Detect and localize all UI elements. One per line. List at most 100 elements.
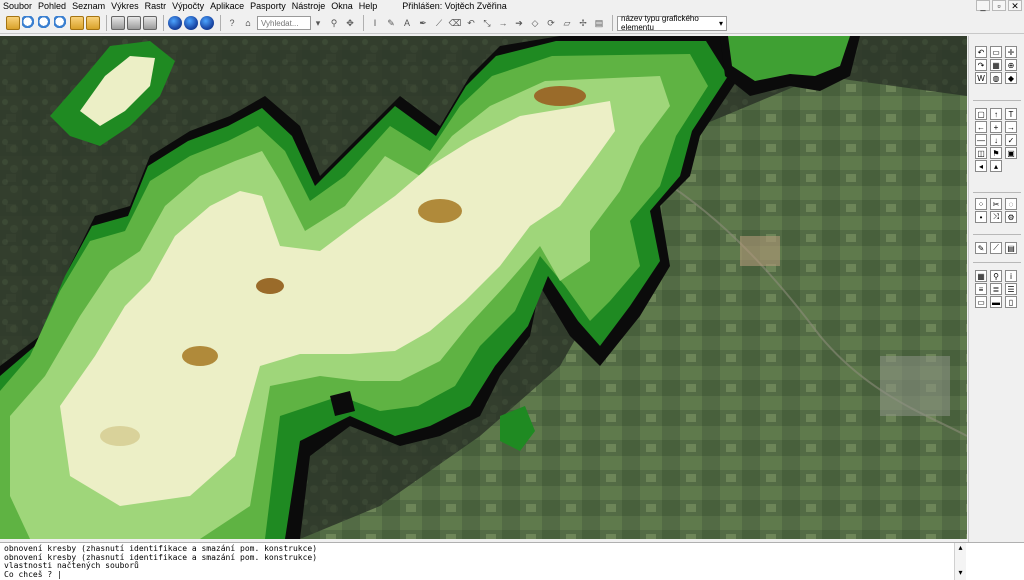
toolbar-separator [612, 15, 613, 31]
cut-icon[interactable]: ✂ [990, 198, 1002, 210]
grid-icon[interactable]: ▦ [990, 59, 1002, 71]
globe-3-icon[interactable] [200, 16, 214, 30]
point-icon[interactable]: • [975, 211, 987, 223]
menu-item-pasporty[interactable]: Pasporty [247, 0, 289, 12]
open-folder-icon[interactable] [6, 16, 20, 30]
line-icon[interactable]: ⟋ [432, 16, 446, 30]
lock-icon[interactable] [70, 16, 84, 30]
table-icon[interactable]: ▦ [975, 270, 987, 282]
pencil-icon[interactable]: ✎ [384, 16, 398, 30]
measure-icon[interactable]: ▭ [990, 46, 1002, 58]
list-icon[interactable]: ≡ [975, 283, 987, 295]
command-console[interactable]: obnovení kresby (zhasnutí identifikace a… [0, 542, 1024, 580]
scale-icon[interactable]: ⤡ [480, 16, 494, 30]
node-icon[interactable]: ◇ [528, 16, 542, 30]
globe-2-icon[interactable] [184, 16, 198, 30]
save-icon[interactable] [86, 16, 100, 30]
undo-icon[interactable]: ↶ [464, 16, 478, 30]
info-icon[interactable]: i [1005, 270, 1017, 282]
lasso-icon[interactable]: ◌ [1005, 198, 1017, 210]
arrow-icon[interactable]: ➔ [512, 16, 526, 30]
toolbar-separator [363, 15, 364, 31]
wgs-icon[interactable]: W [975, 72, 987, 84]
scroll-down-icon[interactable]: ▾ [955, 568, 966, 577]
search-icon[interactable]: ⚲ [990, 270, 1002, 282]
settings-icon[interactable]: ⚙ [1005, 211, 1017, 223]
undo-icon[interactable]: ↶ [975, 46, 987, 58]
print-preview-icon[interactable] [127, 16, 141, 30]
rect-icon[interactable]: ▢ [975, 108, 987, 120]
dropdown-arrow-icon[interactable]: ▾ [311, 16, 325, 30]
plus-icon[interactable]: + [990, 121, 1002, 133]
zoom-out-icon[interactable] [38, 16, 52, 30]
menu-item-rastr[interactable]: Rastr [142, 0, 170, 12]
check-icon[interactable]: ✓ [1005, 134, 1017, 146]
down-icon[interactable]: ↓ [990, 134, 1002, 146]
split-icon[interactable]: ⤨ [990, 211, 1002, 223]
element-type-select[interactable]: název typu grafického elementu ▾ [617, 14, 727, 32]
menu-item-vypocty[interactable]: Výpočty [169, 0, 207, 12]
menu-item-aplikace[interactable]: Aplikace [207, 0, 247, 12]
text-icon[interactable]: T [1005, 108, 1017, 120]
console-scrollbar[interactable]: ▴ ▾ [954, 543, 966, 580]
list-3-icon[interactable]: ☰ [1005, 283, 1017, 295]
up-icon[interactable]: ↑ [990, 108, 1002, 120]
image-icon[interactable]: ▣ [1005, 147, 1017, 159]
list-2-icon[interactable]: ≣ [990, 283, 1002, 295]
measure-icon[interactable]: ▤ [592, 16, 606, 30]
menu-item-vykres[interactable]: Výkres [108, 0, 142, 12]
left-icon[interactable]: ← [975, 121, 987, 133]
map-canvas[interactable] [0, 36, 967, 539]
cursor-text-icon[interactable]: I [368, 16, 382, 30]
form-icon[interactable]: ▭ [975, 296, 987, 308]
tool-group-line: ✎ ⟋ ▤ [975, 242, 1019, 254]
arrow-right-icon[interactable]: → [496, 16, 510, 30]
login-status: Přihlášen: Vojtěch Zvěřina [402, 1, 507, 11]
form-3-icon[interactable]: ▯ [1005, 296, 1017, 308]
zoom-in-icon[interactable] [22, 16, 36, 30]
menu-item-nastroje[interactable]: Nástroje [289, 0, 329, 12]
scroll-up-icon[interactable]: ▴ [955, 543, 966, 552]
polygon-icon[interactable]: ▱ [560, 16, 574, 30]
globe-icon[interactable]: ◍ [990, 72, 1002, 84]
target-icon[interactable]: ⊕ [1005, 59, 1017, 71]
menu-item-help[interactable]: Help [356, 0, 381, 12]
up-arrow-icon[interactable]: ▴ [990, 160, 1002, 172]
search-input[interactable] [257, 16, 311, 30]
crosshair-icon[interactable]: ✛ [1005, 46, 1017, 58]
layers-icon[interactable]: ◆ [1005, 72, 1017, 84]
search-icon[interactable]: ⚲ [327, 16, 341, 30]
zoom-window-icon[interactable] [54, 16, 68, 30]
rotate-icon[interactable]: ⟳ [544, 16, 558, 30]
eraser-icon[interactable]: ⌫ [448, 16, 462, 30]
back-icon[interactable]: ◂ [975, 160, 987, 172]
help-icon[interactable]: ? [225, 16, 239, 30]
menu-item-okna[interactable]: Okna [328, 0, 356, 12]
menu-item-seznam[interactable]: Seznam [69, 0, 108, 12]
pan-icon[interactable]: ✥ [343, 16, 357, 30]
menu-item-pohled[interactable]: Pohled [35, 0, 69, 12]
globe-icon[interactable] [168, 16, 182, 30]
flag-icon[interactable]: ⚑ [990, 147, 1002, 159]
restore-icon[interactable]: ▫ [992, 0, 1006, 11]
close-icon[interactable]: ✕ [1008, 0, 1022, 11]
line-icon[interactable]: — [975, 134, 987, 146]
move-icon[interactable]: ✢ [576, 16, 590, 30]
right-icon[interactable]: → [1005, 121, 1017, 133]
frame-icon[interactable]: ◫ [975, 147, 987, 159]
text-icon[interactable]: A [400, 16, 414, 30]
menu-item-soubor[interactable]: Soubor [0, 0, 35, 12]
pen-icon[interactable]: ✒ [416, 16, 430, 30]
polyline-icon[interactable]: ⟋ [990, 242, 1002, 254]
form-2-icon[interactable]: ▬ [990, 296, 1002, 308]
redo-icon[interactable]: ↷ [975, 59, 987, 71]
home-icon[interactable]: ⌂ [241, 16, 255, 30]
export-icon[interactable] [143, 16, 157, 30]
console-prompt[interactable]: Co chceš ? | [4, 570, 1020, 580]
minimize-icon[interactable]: _ [976, 0, 990, 11]
node-icon[interactable]: ⁘ [975, 198, 987, 210]
tool-group-modify: ⁘ ✂ ◌ • ⤨ ⚙ [975, 198, 1019, 223]
book-icon[interactable]: ▤ [1005, 242, 1017, 254]
pencil-icon[interactable]: ✎ [975, 242, 987, 254]
print-icon[interactable] [111, 16, 125, 30]
